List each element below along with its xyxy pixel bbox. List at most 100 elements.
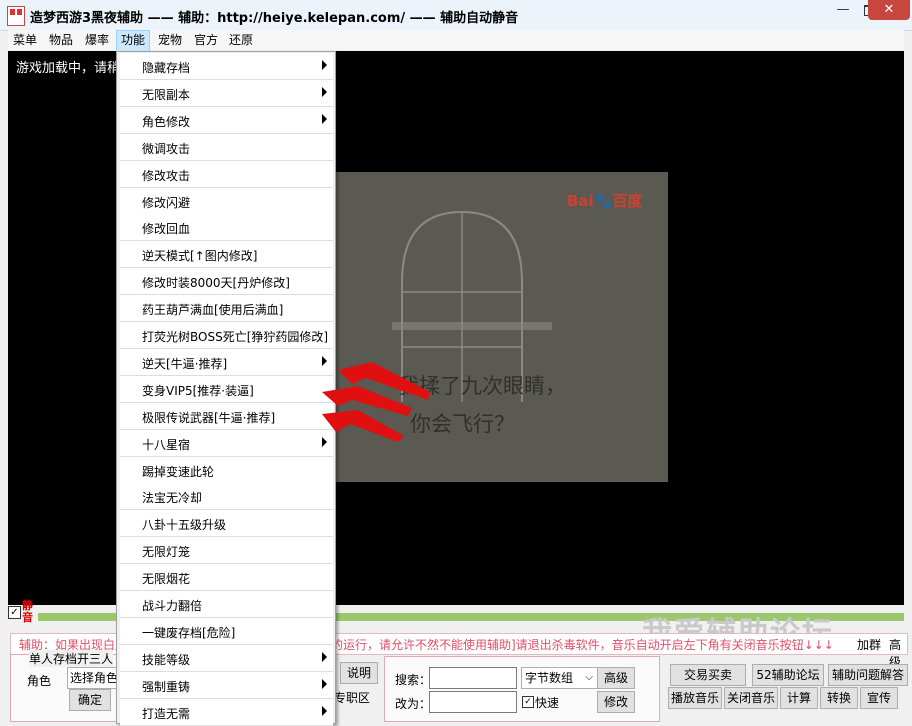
dropdown-item-label: 踢掉变速此轮: [142, 464, 215, 479]
baidu-logo: Bai🐾百度: [567, 192, 643, 210]
forum52-button[interactable]: 52辅助论坛: [752, 664, 824, 686]
submenu-arrow-icon: [322, 436, 327, 447]
dropdown-item-label: 修改攻击: [142, 168, 191, 183]
dropdown-item-label: 无限灯笼: [142, 545, 191, 560]
dropdown-item[interactable]: 逆天模式[↑图内修改]: [120, 241, 333, 269]
dropdown-item[interactable]: 强制重铸: [120, 671, 333, 699]
submenu-arrow-icon: [322, 86, 327, 97]
functions-dropdown-menu: 隐藏存档无限副本角色修改微调攻击修改攻击修改闪避修改回血逆天模式[↑图内修改] 修…: [116, 51, 336, 726]
dropdown-item-label: 角色修改: [142, 114, 191, 129]
advanced-button[interactable]: 高级: [597, 667, 635, 689]
dropdown-item-label: 技能等级: [142, 652, 191, 667]
confirm-button[interactable]: 确定: [69, 689, 111, 711]
dropdown-item[interactable]: 逆天[牛逼·推荐]: [120, 348, 333, 376]
dropdown-item-label: 逆天[牛逼·推荐]: [142, 356, 228, 371]
dropdown-item[interactable]: 变身VIP5[推荐·装逼]: [120, 375, 333, 403]
dropdown-item-label: 强制重铸: [142, 679, 191, 694]
dropdown-item[interactable]: 法宝无冷却: [120, 483, 333, 511]
dropdown-item-label: 八卦十五级升级: [142, 518, 227, 533]
submenu-arrow-icon: [322, 705, 327, 716]
menu-main[interactable]: 菜单: [9, 30, 41, 50]
stop-music-button[interactable]: 关闭音乐: [724, 687, 778, 709]
menu-bar: 菜单 物品 爆率 功能 宠物 官方 还原: [8, 30, 904, 52]
dropdown-item[interactable]: 极限传说武器[牛逼·推荐]: [120, 402, 333, 430]
dropdown-item-label: 修改闪避: [142, 195, 191, 210]
dropdown-item[interactable]: 八卦十五级升级: [120, 510, 333, 538]
change-input[interactable]: [429, 691, 517, 713]
fast-checkbox[interactable]: ✓: [522, 696, 534, 708]
overlay-text-line1: 我揉了九次眼睛，: [398, 374, 566, 398]
change-label: 改为：: [395, 697, 432, 711]
archive-group: 单人存档开三人 角色 选择角色 确定: [10, 650, 122, 722]
submenu-arrow-icon: [322, 60, 327, 70]
trade-button[interactable]: 交易买卖: [670, 664, 746, 686]
window-title: 造梦西游3黑夜辅助 —— 辅助：http://heiye.kelepan.com…: [30, 11, 519, 26]
dropdown-item[interactable]: 一键废存档[危险]: [120, 617, 333, 645]
dropdown-item-label: 变身VIP5[推荐·装逼]: [142, 383, 254, 398]
dropdown-item[interactable]: 隐藏存档: [120, 53, 333, 80]
faq-button[interactable]: 辅助问题解答: [828, 664, 908, 686]
menu-pets[interactable]: 宠物: [154, 30, 186, 50]
app-icon: [7, 6, 25, 26]
dropdown-item-label: 逆天模式[↑图内修改]: [142, 249, 258, 264]
dropdown-item-label: 法宝无冷却: [142, 491, 203, 506]
dropdown-item-label: 隐藏存档: [142, 61, 191, 75]
convert-button[interactable]: 转换: [820, 687, 858, 709]
close-button[interactable]: ✕: [868, 0, 910, 20]
duty-link[interactable]: 专职区: [334, 689, 370, 706]
dropdown-item[interactable]: 战斗力翻倍: [120, 591, 333, 618]
dropdown-item[interactable]: 技能等级: [120, 644, 333, 672]
dropdown-item[interactable]: 修改回血: [120, 214, 333, 242]
dropdown-item[interactable]: 无限烟花: [120, 564, 333, 592]
submenu-arrow-icon: [322, 355, 327, 366]
title-bar: 造梦西游3黑夜辅助 —— 辅助：http://heiye.kelepan.com…: [0, 0, 912, 31]
explain-button[interactable]: 说明: [340, 662, 378, 684]
mute-checkbox[interactable]: ✓: [8, 606, 21, 619]
submenu-arrow-icon: [322, 113, 327, 124]
dropdown-item-label: 无限烟花: [142, 572, 191, 587]
submenu-arrow-icon: [322, 651, 327, 662]
menu-official[interactable]: 官方: [190, 30, 222, 50]
minimize-button[interactable]: —: [830, 0, 856, 20]
dropdown-item-label: 十八星宿: [142, 437, 191, 452]
promote-button[interactable]: 宣传: [860, 687, 898, 709]
dropdown-item[interactable]: 角色修改: [120, 106, 333, 134]
dropdown-item[interactable]: 无限灯笼: [120, 537, 333, 565]
fast-label: 快速: [535, 696, 560, 710]
dropdown-item[interactable]: 修改时装8000天[丹炉修改]: [120, 268, 333, 296]
dropdown-item-label: 打荧光树BOSS死亡[狰狞药园修改]: [142, 330, 329, 344]
type-select-value: 字节数组: [525, 671, 574, 685]
loading-text: 游戏加载中，请稍: [16, 61, 121, 76]
dropdown-item-label: 修改时装8000天[丹炉修改]: [142, 276, 290, 291]
dropdown-item-label: 无限副本: [142, 87, 191, 102]
search-group: 搜索： 字节数组 ⌵ 高级 改为： ✓ 快速 修改: [384, 656, 660, 722]
menu-restore[interactable]: 还原: [225, 30, 257, 50]
dropdown-item[interactable]: 打荧光树BOSS死亡[狰狞药园修改]: [120, 322, 333, 349]
type-select[interactable]: 字节数组 ⌵: [521, 667, 598, 689]
calc-button[interactable]: 计算: [780, 687, 818, 709]
menu-functions[interactable]: 功能: [116, 30, 151, 52]
menu-droprate[interactable]: 爆率: [81, 30, 113, 50]
search-label: 搜索：: [395, 673, 432, 687]
dropdown-item[interactable]: 修改攻击: [120, 160, 333, 188]
dropdown-item-label: 药王葫芦满血[使用后满血]: [142, 303, 284, 318]
dropdown-item[interactable]: 十八星宿: [120, 429, 333, 457]
dropdown-item-label: 极限传说武器[牛逼·推荐]: [142, 410, 276, 425]
dropdown-item-label: 打造无需: [142, 706, 191, 721]
dropdown-item-label: 一键废存档[危险]: [142, 625, 236, 640]
play-music-button[interactable]: 播放音乐: [668, 687, 722, 709]
dropdown-item-label: 修改回血: [142, 222, 191, 237]
search-input[interactable]: [429, 667, 517, 689]
select-role-dropdown[interactable]: 选择角色: [67, 667, 121, 689]
dropdown-item[interactable]: 微调攻击: [120, 133, 333, 161]
dropdown-item[interactable]: 修改闪避: [120, 187, 333, 215]
join-group-button[interactable]: 加群: [857, 636, 881, 653]
dropdown-item[interactable]: 踢掉变速此轮: [120, 456, 333, 484]
dropdown-item[interactable]: 药王葫芦满血[使用后满血]: [120, 295, 333, 323]
dropdown-item-label: 微调攻击: [142, 141, 191, 156]
submenu-arrow-icon: [322, 678, 327, 689]
menu-items[interactable]: 物品: [45, 30, 77, 50]
modify-button[interactable]: 修改: [597, 691, 635, 713]
dropdown-item[interactable]: 无限副本: [120, 79, 333, 107]
single-archive-label: 单人存档开三人: [29, 650, 114, 667]
